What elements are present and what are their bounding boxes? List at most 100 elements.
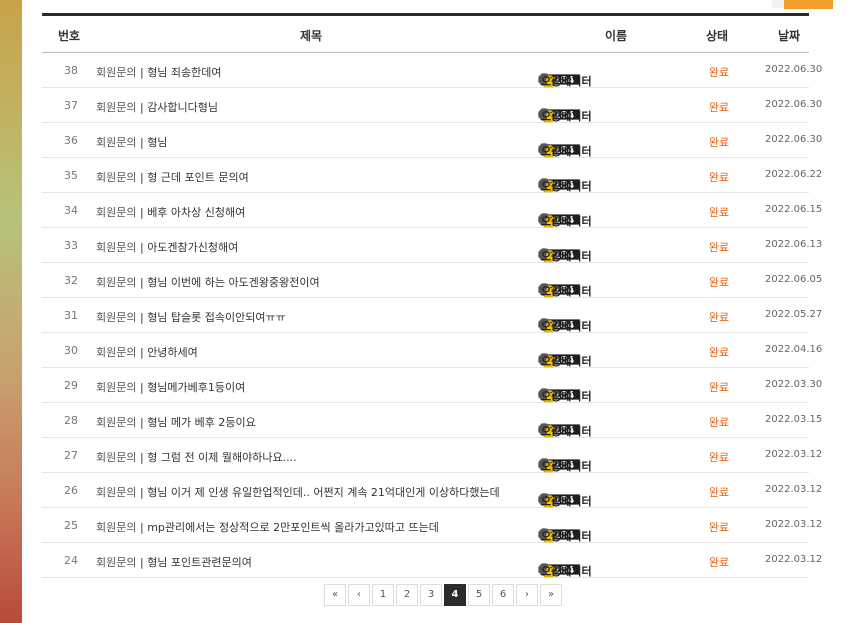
row-number: 37 bbox=[64, 99, 78, 112]
post-category: 회원문의 bbox=[96, 556, 137, 569]
post-title: mp관리에서는 정상적으로 2만포인트씩 올라가고있따고 뜨는데 bbox=[147, 521, 439, 534]
title-separator: | bbox=[136, 241, 148, 254]
post-category: 회원문의 bbox=[96, 101, 137, 114]
table-row[interactable]: 36 회원문의 | 형님 284 오공베지터 완료 2022.06.30 bbox=[42, 123, 822, 159]
top-button-secondary[interactable] bbox=[772, 0, 784, 8]
author-name[interactable]: 오공베지터 bbox=[541, 73, 592, 89]
post-category: 회원문의 bbox=[96, 381, 137, 394]
author-name[interactable]: 오공베지터 bbox=[541, 493, 592, 509]
post-title-link[interactable]: 회원문의 | 형 그럼 전 이제 뭘해야하나요.... bbox=[96, 449, 297, 465]
post-title-link[interactable]: 회원문의 | 아도겐참가신청해여 bbox=[96, 239, 238, 255]
page-5-button[interactable]: 5 bbox=[468, 584, 490, 606]
table-row[interactable]: 30 회원문의 | 안녕하세여 284 오공베지터 완료 2022.04.16 bbox=[42, 333, 822, 369]
page-1-button[interactable]: 1 bbox=[372, 584, 394, 606]
author-name[interactable]: 오공베지터 bbox=[541, 143, 592, 159]
post-title-link[interactable]: 회원문의 | 형님 탑슬롯 접속이안되여ㅠㅠ bbox=[96, 309, 286, 325]
post-title: 형 근데 포인트 문의여 bbox=[147, 171, 249, 184]
status-badge: 완료 bbox=[708, 276, 730, 289]
post-title-link[interactable]: 회원문의 | 형님 이번에 하는 아도겐왕중왕전이여 bbox=[96, 274, 320, 290]
post-date: 2022.06.30 bbox=[765, 99, 823, 110]
post-title-link[interactable]: 회원문의 | 형님 죄송한데여 bbox=[96, 64, 222, 80]
status-badge: 완료 bbox=[708, 66, 730, 79]
author-name[interactable]: 오공베지터 bbox=[541, 318, 592, 334]
post-title: 형님 메가 베후 2등이요 bbox=[147, 416, 256, 429]
status-badge: 완료 bbox=[708, 556, 730, 569]
page-2-button[interactable]: 2 bbox=[396, 584, 418, 606]
post-title-link[interactable]: 회원문의 | 형님 이거 제 인생 유일한업적인데.. 어쩐지 계속 21억대인… bbox=[96, 484, 500, 500]
post-title: 형님 죄송한데여 bbox=[147, 66, 222, 79]
last-page-button[interactable]: » bbox=[540, 584, 562, 606]
row-number: 34 bbox=[64, 204, 78, 217]
post-title: 형님 bbox=[147, 136, 168, 149]
table-row[interactable]: 27 회원문의 | 형 그럼 전 이제 뭘해야하나요.... 284 오공베지터 완료 2… bbox=[42, 438, 822, 474]
table-row[interactable]: 38 회원문의 | 형님 죄송한데여 284 오공베지터 완료 2022.06.30 bbox=[42, 53, 822, 89]
author-name[interactable]: 오공베지터 bbox=[541, 423, 592, 439]
post-category: 회원문의 bbox=[96, 66, 137, 79]
post-date: 2022.06.05 bbox=[765, 274, 823, 285]
table-header: 번호 제목 이름 상태 날짜 bbox=[42, 16, 809, 53]
post-title-link[interactable]: 회원문의 | 형님 메가 베후 2등이요 bbox=[96, 414, 256, 430]
post-category: 회원문의 bbox=[96, 416, 137, 429]
table-body: 38 회원문의 | 형님 죄송한데여 284 오공베지터 완료 2022.06.30 37 회… bbox=[42, 53, 822, 579]
table-row[interactable]: 29 회원문의 | 형님메가베후1등이여 284 오공베지터 완료 2022.03.30 bbox=[42, 368, 822, 404]
post-title-link[interactable]: 회원문의 | 형님메가베후1등이여 bbox=[96, 379, 245, 395]
author-name[interactable]: 오공베지터 bbox=[541, 178, 592, 194]
post-title-link[interactable]: 회원문의 | 형님 bbox=[96, 134, 167, 150]
post-title: 안녕하세여 bbox=[147, 346, 198, 359]
table-row[interactable]: 26 회원문의 | 형님 이거 제 인생 유일한업적인데.. 어쩐지 계속 21억… bbox=[42, 473, 822, 509]
side-decoration-strip bbox=[0, 0, 22, 623]
post-category: 회원문의 bbox=[96, 206, 137, 219]
row-number: 33 bbox=[64, 239, 78, 252]
table-row[interactable]: 37 회원문의 | 감사합니다형님 284 오공베지터 완료 2022.06.30 bbox=[42, 88, 822, 124]
board-table: 번호 제목 이름 상태 날짜 38 회원문의 | 형님 죄송한데여 284 오공베지터… bbox=[42, 16, 822, 579]
table-row[interactable]: 32 회원문의 | 형님 이번에 하는 아도겐왕중왕전이여 284 오공베지터 완료 20… bbox=[42, 263, 822, 299]
first-page-button[interactable]: « bbox=[324, 584, 346, 606]
table-row[interactable]: 31 회원문의 | 형님 탑슬롯 접속이안되여ㅠㅠ 284 오공베지터 완료 2022.0… bbox=[42, 298, 822, 334]
post-title-link[interactable]: 회원문의 | 안녕하세여 bbox=[96, 344, 198, 360]
title-separator: | bbox=[136, 416, 148, 429]
title-separator: | bbox=[136, 66, 148, 79]
table-row[interactable]: 24 회원문의 | 형님 포인트관련문의여 284 오공베지터 완료 2022.03.12 bbox=[42, 543, 822, 579]
post-category: 회원문의 bbox=[96, 521, 137, 534]
post-date: 2022.03.12 bbox=[765, 449, 823, 460]
status-badge: 완료 bbox=[708, 451, 730, 464]
author-name[interactable]: 오공베지터 bbox=[541, 283, 592, 299]
row-number: 29 bbox=[64, 379, 78, 392]
post-date: 2022.06.15 bbox=[765, 204, 823, 215]
post-title: 형님 이거 제 인생 유일한업적인데.. 어쩐지 계속 21억대인게 이상하다했… bbox=[147, 486, 500, 499]
table-row[interactable]: 25 회원문의 | mp관리에서는 정상적으로 2만포인트씩 올라가고있따고 뜨는… bbox=[42, 508, 822, 544]
top-button-write[interactable] bbox=[784, 0, 833, 9]
post-title-link[interactable]: 회원문의 | 형님 포인트관련문의여 bbox=[96, 554, 252, 570]
author-name[interactable]: 오공베지터 bbox=[541, 563, 592, 579]
post-category: 회원문의 bbox=[96, 486, 137, 499]
author-name[interactable]: 오공베지터 bbox=[541, 213, 592, 229]
table-row[interactable]: 35 회원문의 | 형 근데 포인트 문의여 284 오공베지터 완료 2022.06.2… bbox=[42, 158, 822, 194]
next-page-button[interactable]: › bbox=[516, 584, 538, 606]
prev-page-button[interactable]: ‹ bbox=[348, 584, 370, 606]
author-name[interactable]: 오공베지터 bbox=[541, 458, 592, 474]
author-name[interactable]: 오공베지터 bbox=[541, 248, 592, 264]
row-number: 38 bbox=[64, 64, 78, 77]
post-title-link[interactable]: 회원문의 | 형 근데 포인트 문의여 bbox=[96, 169, 249, 185]
author-name[interactable]: 오공베지터 bbox=[541, 528, 592, 544]
table-row[interactable]: 34 회원문의 | 베후 아차상 신청해여 284 오공베지터 완료 2022.06.15 bbox=[42, 193, 822, 229]
row-number: 26 bbox=[64, 484, 78, 497]
post-title-link[interactable]: 회원문의 | mp관리에서는 정상적으로 2만포인트씩 올라가고있따고 뜨는데 bbox=[96, 519, 439, 535]
table-row[interactable]: 33 회원문의 | 아도겐참가신청해여 284 오공베지터 완료 2022.06.13 bbox=[42, 228, 822, 264]
row-number: 28 bbox=[64, 414, 78, 427]
post-date: 2022.06.22 bbox=[765, 169, 823, 180]
table-row[interactable]: 28 회원문의 | 형님 메가 베후 2등이요 284 오공베지터 완료 2022.03.… bbox=[42, 403, 822, 439]
page-3-button[interactable]: 3 bbox=[420, 584, 442, 606]
post-title-link[interactable]: 회원문의 | 감사합니다형님 bbox=[96, 99, 218, 115]
post-title-link[interactable]: 회원문의 | 베후 아차상 신청해여 bbox=[96, 204, 245, 220]
author-name[interactable]: 오공베지터 bbox=[541, 108, 592, 124]
author-name[interactable]: 오공베지터 bbox=[541, 388, 592, 404]
page-4-button[interactable]: 4 bbox=[444, 584, 466, 606]
title-separator: | bbox=[136, 276, 148, 289]
post-title: 아도겐참가신청해여 bbox=[147, 241, 239, 254]
post-date: 2022.03.12 bbox=[765, 519, 823, 530]
author-name[interactable]: 오공베지터 bbox=[541, 353, 592, 369]
page-6-button[interactable]: 6 bbox=[492, 584, 514, 606]
row-number: 30 bbox=[64, 344, 78, 357]
post-title: 형 그럼 전 이제 뭘해야하나요.... bbox=[147, 451, 297, 464]
